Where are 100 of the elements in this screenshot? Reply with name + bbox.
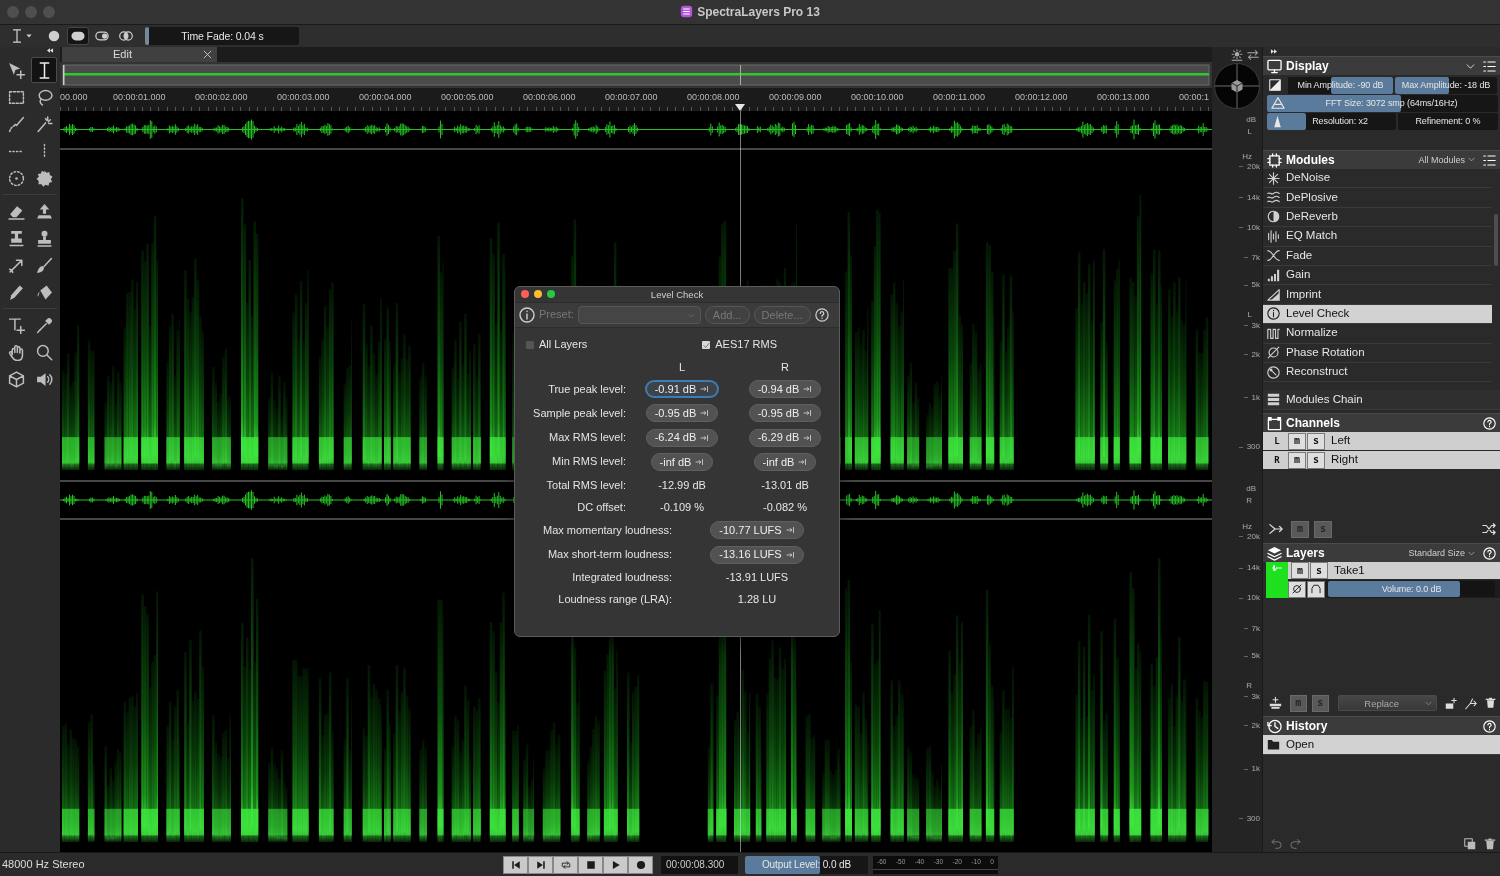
tool-button[interactable] (31, 57, 57, 83)
module-item[interactable]: DeNoise (1263, 169, 1492, 189)
value-text: -0.109 % (660, 500, 704, 514)
module-item[interactable]: Fade (1263, 246, 1492, 266)
value-button[interactable]: -0.95 dB (748, 404, 822, 423)
transport-button[interactable] (603, 855, 628, 874)
add-layer-icon[interactable] (1444, 696, 1457, 710)
list-menu-icon[interactable] (1483, 59, 1496, 73)
value-button[interactable]: -inf dB (753, 453, 817, 472)
double-right-arrow-icon[interactable] (1269, 48, 1279, 55)
channel-row[interactable]: L m s Left (1263, 432, 1500, 452)
time-field[interactable]: 00:00:08.300 (661, 855, 738, 874)
tab[interactable]: Edit (62, 47, 217, 62)
caret-icon (26, 33, 32, 39)
transport-button[interactable] (528, 855, 553, 874)
navigation-dial[interactable] (1214, 63, 1260, 109)
monitor-icon (1267, 58, 1282, 74)
transport-button[interactable] (553, 855, 578, 874)
module-item[interactable]: Normalize (1263, 324, 1492, 344)
value-button[interactable]: -13.16 LUFS (710, 545, 804, 564)
column-header: R (781, 360, 789, 375)
arrow-to-line-icon (785, 550, 795, 559)
time-label: 00:00:02.000 (195, 92, 248, 103)
channel-row[interactable]: R m s Right (1263, 451, 1500, 471)
scrollbar[interactable] (1494, 214, 1498, 266)
value-button[interactable]: -0.95 dB (645, 404, 719, 423)
value-button[interactable]: -0.91 dB (644, 380, 720, 399)
branch-icon[interactable] (1464, 696, 1477, 710)
module-item[interactable]: Phase Rotation (1263, 343, 1492, 363)
module-item[interactable]: Level Check (1263, 304, 1492, 325)
value-button[interactable]: -0.94 dB (748, 380, 822, 399)
mute-button[interactable]: m (1288, 432, 1306, 450)
zoom-button[interactable] (547, 290, 555, 298)
row-label: Min RMS level: (552, 455, 626, 468)
merge-arrow-icon[interactable] (1269, 522, 1283, 537)
chevron-down-icon[interactable] (1466, 61, 1475, 71)
module-item[interactable]: Reconstruct (1263, 362, 1492, 383)
checkbox[interactable] (702, 341, 711, 349)
mode-button[interactable] (67, 27, 89, 45)
frequency-label: 5k (1243, 652, 1260, 661)
info-icon (519, 307, 535, 323)
double-left-arrow-icon[interactable] (45, 47, 55, 54)
amplitude-unit: dB (1246, 116, 1256, 124)
transport-button[interactable] (628, 855, 653, 874)
value-text: 1.28 LU (737, 593, 777, 607)
checkbox[interactable] (526, 341, 534, 349)
mute-button[interactable]: m (1291, 562, 1309, 580)
filter-dropdown[interactable]: All Modules (1418, 154, 1475, 166)
bars-icon (1267, 229, 1280, 243)
stack-plus-icon[interactable] (1269, 696, 1282, 711)
module-item[interactable]: Modules Chain (1263, 390, 1500, 411)
trash-icon[interactable] (1484, 697, 1496, 710)
half-filled-square-icon[interactable] (1269, 78, 1281, 92)
transport-button[interactable] (578, 855, 603, 874)
history-item[interactable]: Open (1263, 735, 1500, 755)
loop-icon (560, 859, 571, 870)
value-button[interactable]: -10.77 LUFS (710, 521, 804, 540)
trash-icon[interactable] (1484, 837, 1496, 850)
swap-arrows-icon[interactable] (1247, 49, 1259, 61)
arrow-to-line-icon (803, 385, 813, 394)
copy-icon[interactable] (1464, 837, 1476, 850)
list-menu-icon[interactable] (1483, 153, 1496, 167)
overview-bar[interactable] (60, 62, 1212, 88)
frequency-label: 2k (1243, 721, 1260, 730)
close-icon[interactable] (203, 50, 212, 59)
transport-button[interactable] (503, 855, 528, 874)
module-item[interactable]: DeReverb (1263, 207, 1492, 228)
volume-slider[interactable]: Volume: 0.0 dB (1328, 581, 1495, 598)
checkmark-icon (702, 341, 710, 349)
value-button[interactable]: -6.29 dB (748, 428, 822, 447)
solo-button[interactable]: s (1310, 562, 1328, 580)
solo-button[interactable]: s (1307, 451, 1325, 469)
time-fade-slider[interactable]: Time Fade: 0.04 s (145, 27, 299, 45)
module-item[interactable]: DePlosive (1263, 188, 1492, 208)
envelope-button[interactable] (1307, 580, 1325, 598)
undo-icon[interactable] (1271, 838, 1282, 849)
phase-invert-button[interactable] (1288, 580, 1306, 598)
shuffle-icon[interactable] (1482, 522, 1496, 537)
module-item[interactable]: EQ Match (1263, 227, 1492, 247)
value-button[interactable]: -inf dB (650, 453, 714, 472)
minimize-button[interactable] (534, 290, 542, 298)
solo-button[interactable]: s (1307, 432, 1325, 450)
help-icon[interactable] (814, 308, 829, 322)
layer-row[interactable]: m s Take1 (1288, 562, 1500, 581)
value-button[interactable]: -6.24 dB (645, 428, 719, 447)
close-button[interactable] (521, 290, 529, 298)
layer-thumbnail[interactable] (1266, 562, 1288, 599)
dotted-circle-icon (7, 169, 25, 187)
mute-button[interactable]: m (1288, 451, 1306, 469)
time-label: 00:00:01.000 (113, 92, 166, 103)
module-item[interactable]: Gain (1263, 265, 1492, 286)
module-item[interactable]: Imprint (1263, 285, 1492, 305)
redo-icon[interactable] (1290, 838, 1301, 849)
resolution-slider[interactable]: Resolution: x2 (1267, 113, 1396, 130)
panel-title: History (1286, 719, 1328, 734)
output-level-slider[interactable]: Output Level: 0.0 dB (745, 855, 868, 874)
size-dropdown[interactable]: Standard Size (1408, 547, 1475, 559)
time-label: 00:00:1 (1179, 92, 1210, 103)
sun-icon[interactable] (1231, 49, 1243, 61)
refinement-field[interactable]: Refinement: 0 % (1398, 113, 1498, 130)
